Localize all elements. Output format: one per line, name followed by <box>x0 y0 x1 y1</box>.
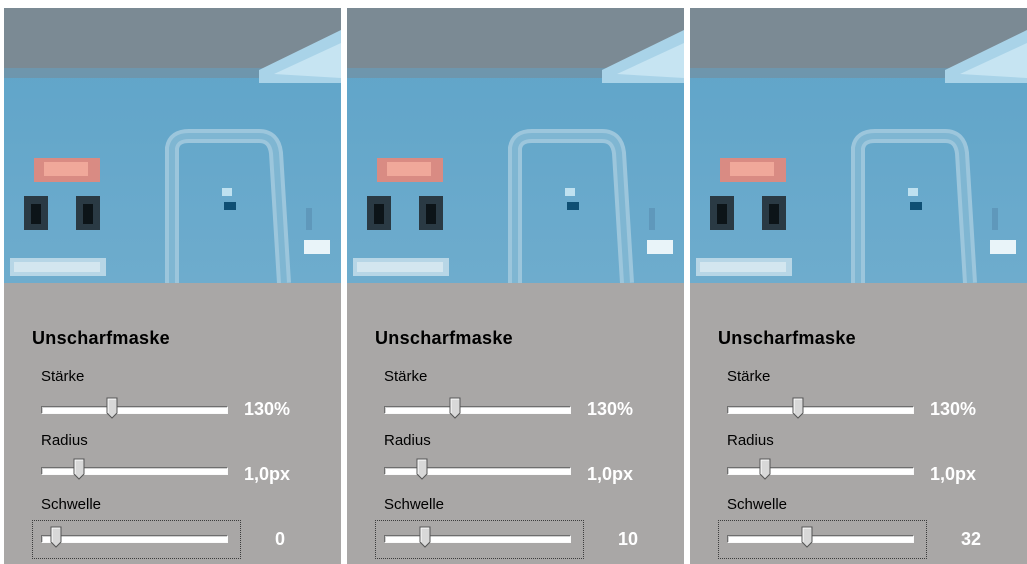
schwelle-value: 0 <box>275 529 286 549</box>
slider-thumb[interactable] <box>759 458 771 480</box>
schwelle-label: Schwelle <box>384 496 445 513</box>
staerke-label: Stärke <box>41 368 85 385</box>
schwelle-value: 10 <box>618 529 639 549</box>
slider-groove <box>384 406 571 414</box>
radius-label: Radius <box>727 432 774 449</box>
panel-threshold-10: Unscharfmaske Stärke 130% Radius 1,0px S… <box>347 8 684 564</box>
preview-image <box>347 8 684 283</box>
staerke-value: 130% <box>930 399 977 419</box>
radius-slider[interactable] <box>41 458 228 480</box>
panel-title: Unscharfmaske <box>718 328 856 348</box>
preview-image-graphic <box>690 8 1027 283</box>
radius-value: 1,0px <box>587 464 634 484</box>
preview-image <box>690 8 1027 283</box>
slider-groove <box>41 467 228 475</box>
preview-image-graphic <box>4 8 341 283</box>
staerke-slider[interactable] <box>384 397 571 419</box>
schwelle-slider[interactable] <box>384 526 571 548</box>
slider-thumb[interactable] <box>449 397 461 419</box>
slider-groove <box>727 406 914 414</box>
preview-image <box>4 8 341 283</box>
radius-value: 1,0px <box>244 464 291 484</box>
schwelle-slider[interactable] <box>41 526 228 548</box>
radius-value: 1,0px <box>930 464 977 484</box>
radius-label: Radius <box>41 432 88 449</box>
radius-label: Radius <box>384 432 431 449</box>
slider-thumb[interactable] <box>792 397 804 419</box>
panel-title: Unscharfmaske <box>375 328 513 348</box>
staerke-slider[interactable] <box>41 397 228 419</box>
schwelle-value: 32 <box>961 529 982 549</box>
slider-groove <box>41 406 228 414</box>
slider-groove <box>727 467 914 475</box>
preview-image-graphic <box>347 8 684 283</box>
slider-thumb[interactable] <box>801 526 813 548</box>
panel-no-threshold: Unscharfmaske Stärke 130% Radius 1,0px S… <box>4 8 341 564</box>
staerke-value: 130% <box>587 399 634 419</box>
slider-thumb[interactable] <box>73 458 85 480</box>
schwelle-label: Schwelle <box>727 496 788 513</box>
schwelle-label: Schwelle <box>41 496 102 513</box>
slider-groove <box>384 535 571 543</box>
staerke-label: Stärke <box>384 368 428 385</box>
slider-groove <box>384 467 571 475</box>
panel-threshold-32: Unscharfmaske Stärke 130% Radius 1,0px S… <box>690 8 1027 564</box>
slider-thumb[interactable] <box>416 458 428 480</box>
panel-title: Unscharfmaske <box>32 328 170 348</box>
staerke-slider[interactable] <box>727 397 914 419</box>
slider-thumb[interactable] <box>106 397 118 419</box>
slider-groove <box>727 535 914 543</box>
slider-thumb[interactable] <box>50 526 62 548</box>
slider-groove <box>41 535 228 543</box>
slider-thumb[interactable] <box>419 526 431 548</box>
staerke-label: Stärke <box>727 368 771 385</box>
schwelle-slider[interactable] <box>727 526 914 548</box>
staerke-value: 130% <box>244 399 291 419</box>
radius-slider[interactable] <box>727 458 914 480</box>
radius-slider[interactable] <box>384 458 571 480</box>
